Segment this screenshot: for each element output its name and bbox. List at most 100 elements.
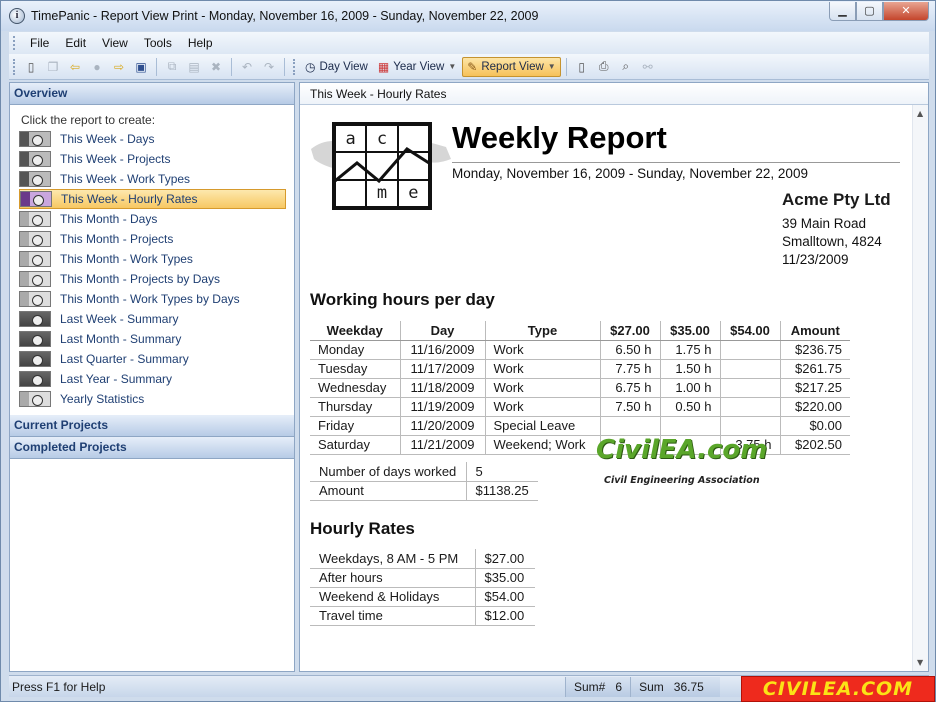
table-cell: Saturday: [310, 435, 401, 455]
report-list-item-label: This Week - Projects: [60, 152, 171, 166]
back-arrow-icon[interactable]: ⇦: [66, 58, 84, 76]
vertical-scrollbar[interactable]: ▲ ▼: [912, 105, 928, 671]
report-thumbnail-icon: [19, 331, 51, 347]
report-list-item-label: This Month - Work Types by Days: [60, 292, 240, 306]
report-list-item[interactable]: This Month - Projects by Days: [19, 269, 286, 289]
table-cell: [660, 416, 721, 436]
report-list-item[interactable]: This Month - Projects: [19, 229, 286, 249]
table-cell: 5: [466, 462, 538, 482]
table-cell: $1138.25: [466, 481, 538, 501]
table-cell: 6.75 h: [600, 378, 661, 398]
table-cell: 11/18/2009: [400, 378, 486, 398]
toolbar-grip[interactable]: [293, 58, 296, 75]
table-row: Wednesday 11/18/2009 Work 6.75 h 1.00 h $217.…: [310, 378, 850, 398]
report-list-item[interactable]: Last Year - Summary: [19, 369, 286, 389]
table-row: Monday 11/16/2009 Work 6.50 h 1.75 h $236.75: [310, 340, 850, 360]
toolbar-separator: [284, 57, 285, 76]
day-view-label: Day View: [319, 60, 368, 73]
company-address-line: 39 Main Road: [782, 216, 867, 231]
table-cell: Special Leave: [485, 416, 601, 436]
report-thumbnail-icon: [19, 351, 51, 367]
clock-icon: ◷: [305, 59, 316, 74]
report-view-button[interactable]: ✎ Report View ▼: [462, 56, 561, 77]
report-icon: ✎: [467, 59, 478, 74]
report-list-item[interactable]: Last Week - Summary: [19, 309, 286, 329]
table-cell: [720, 359, 781, 379]
toolbar-grip[interactable]: [13, 58, 16, 75]
report-thumbnail-icon: [19, 391, 51, 407]
column-header: $35.00: [660, 321, 721, 341]
minimize-button[interactable]: ▁: [829, 2, 856, 21]
completed-projects-section-header[interactable]: Completed Projects: [10, 437, 294, 459]
new-document-icon[interactable]: ▯: [22, 58, 40, 76]
print-preview-icon[interactable]: ⌕: [617, 58, 635, 76]
timepanic-app-icon[interactable]: i: [9, 8, 25, 24]
copy-icon[interactable]: ⧉: [163, 58, 181, 76]
print-icon[interactable]: ⎙: [595, 58, 613, 76]
report-list-item[interactable]: This Month - Work Types: [19, 249, 286, 269]
report-list-item[interactable]: This Week - Hourly Rates: [19, 189, 286, 209]
link-icon[interactable]: ⚯: [639, 58, 657, 76]
report-thumbnail-icon: [19, 251, 51, 267]
menu-tools[interactable]: Tools: [136, 36, 180, 50]
report-title: Weekly Report: [452, 120, 667, 155]
year-view-button[interactable]: ▦ Year View ▼: [374, 57, 460, 77]
table-cell: 11/21/2009: [400, 435, 486, 455]
column-header: Type: [485, 321, 601, 341]
save-icon[interactable]: ▣: [132, 58, 150, 76]
chevron-down-icon[interactable]: ▼: [548, 62, 556, 71]
current-projects-section-header[interactable]: Current Projects: [10, 415, 294, 437]
report-list-item[interactable]: This Week - Days: [19, 129, 286, 149]
forward-arrow-icon[interactable]: ⇨: [110, 58, 128, 76]
table-row: Weekend & Holidays $54.00: [310, 587, 535, 607]
table-cell: Work: [485, 378, 601, 398]
report-hint: Click the report to create:: [21, 113, 156, 127]
table-row: Weekdays, 8 AM - 5 PM $27.00: [310, 549, 535, 569]
close-button[interactable]: ✕: [883, 2, 929, 21]
menu-edit[interactable]: Edit: [57, 36, 94, 50]
report-thumbnail-icon: [19, 131, 51, 147]
working-hours-heading: Working hours per day: [310, 290, 495, 309]
table-cell: Monday: [310, 340, 401, 360]
open-icon[interactable]: ❐: [44, 58, 62, 76]
overview-section-header[interactable]: Overview: [10, 83, 294, 105]
report-list-item-label: This Month - Projects by Days: [60, 272, 221, 286]
report-list-item[interactable]: Last Quarter - Summary: [19, 349, 286, 369]
table-cell: 7.50 h: [600, 397, 661, 417]
window-title: TimePanic - Report View Print - Monday, …: [31, 9, 539, 23]
table-row: Friday 11/20/2009 Special Leave $0.00: [310, 416, 850, 436]
delete-icon[interactable]: ✖: [207, 58, 225, 76]
menu-view[interactable]: View: [94, 36, 136, 50]
record-icon[interactable]: ●: [88, 58, 106, 76]
table-cell: $236.75: [780, 340, 850, 360]
report-pane: This Week - Hourly Rates a c m e Weekly …: [299, 82, 929, 672]
scroll-up-arrow-icon[interactable]: ▲: [917, 109, 923, 118]
menu-file[interactable]: File: [22, 36, 57, 50]
sum-count-label: Sum#: [574, 679, 606, 694]
table-row: Thursday 11/19/2009 Work 7.50 h 0.50 h $220.0…: [310, 397, 850, 417]
report-list-item[interactable]: This Month - Days: [19, 209, 286, 229]
table-cell: $220.00: [780, 397, 850, 417]
menubar-grip[interactable]: [13, 36, 16, 50]
menu-help[interactable]: Help: [180, 36, 221, 50]
report-list-item[interactable]: This Month - Work Types by Days: [19, 289, 286, 309]
report-list-item[interactable]: This Week - Work Types: [19, 169, 286, 189]
chevron-down-icon[interactable]: ▼: [448, 62, 456, 71]
scroll-down-arrow-icon[interactable]: ▼: [917, 658, 923, 667]
report-list-item[interactable]: Last Month - Summary: [19, 329, 286, 349]
page-icon[interactable]: ▯: [573, 58, 591, 76]
title-bar[interactable]: i TimePanic - Report View Print - Monday…: [1, 1, 935, 31]
undo-icon[interactable]: ↶: [238, 58, 256, 76]
day-view-button[interactable]: ◷ Day View: [301, 57, 372, 77]
paste-icon[interactable]: ▤: [185, 58, 203, 76]
logo-trend-line: [335, 147, 429, 184]
maximize-button[interactable]: ▢: [856, 2, 883, 21]
report-list-item-label: Last Year - Summary: [60, 372, 173, 386]
table-cell: Weekdays, 8 AM - 5 PM: [310, 549, 476, 569]
company-name: Acme Pty Ltd: [782, 190, 891, 209]
hourly-rates-heading: Hourly Rates: [310, 519, 415, 538]
table-row: Amount $1138.25: [310, 481, 538, 501]
redo-icon[interactable]: ↷: [260, 58, 278, 76]
report-list-item[interactable]: Yearly Statistics: [19, 389, 286, 409]
report-list-item[interactable]: This Week - Projects: [19, 149, 286, 169]
